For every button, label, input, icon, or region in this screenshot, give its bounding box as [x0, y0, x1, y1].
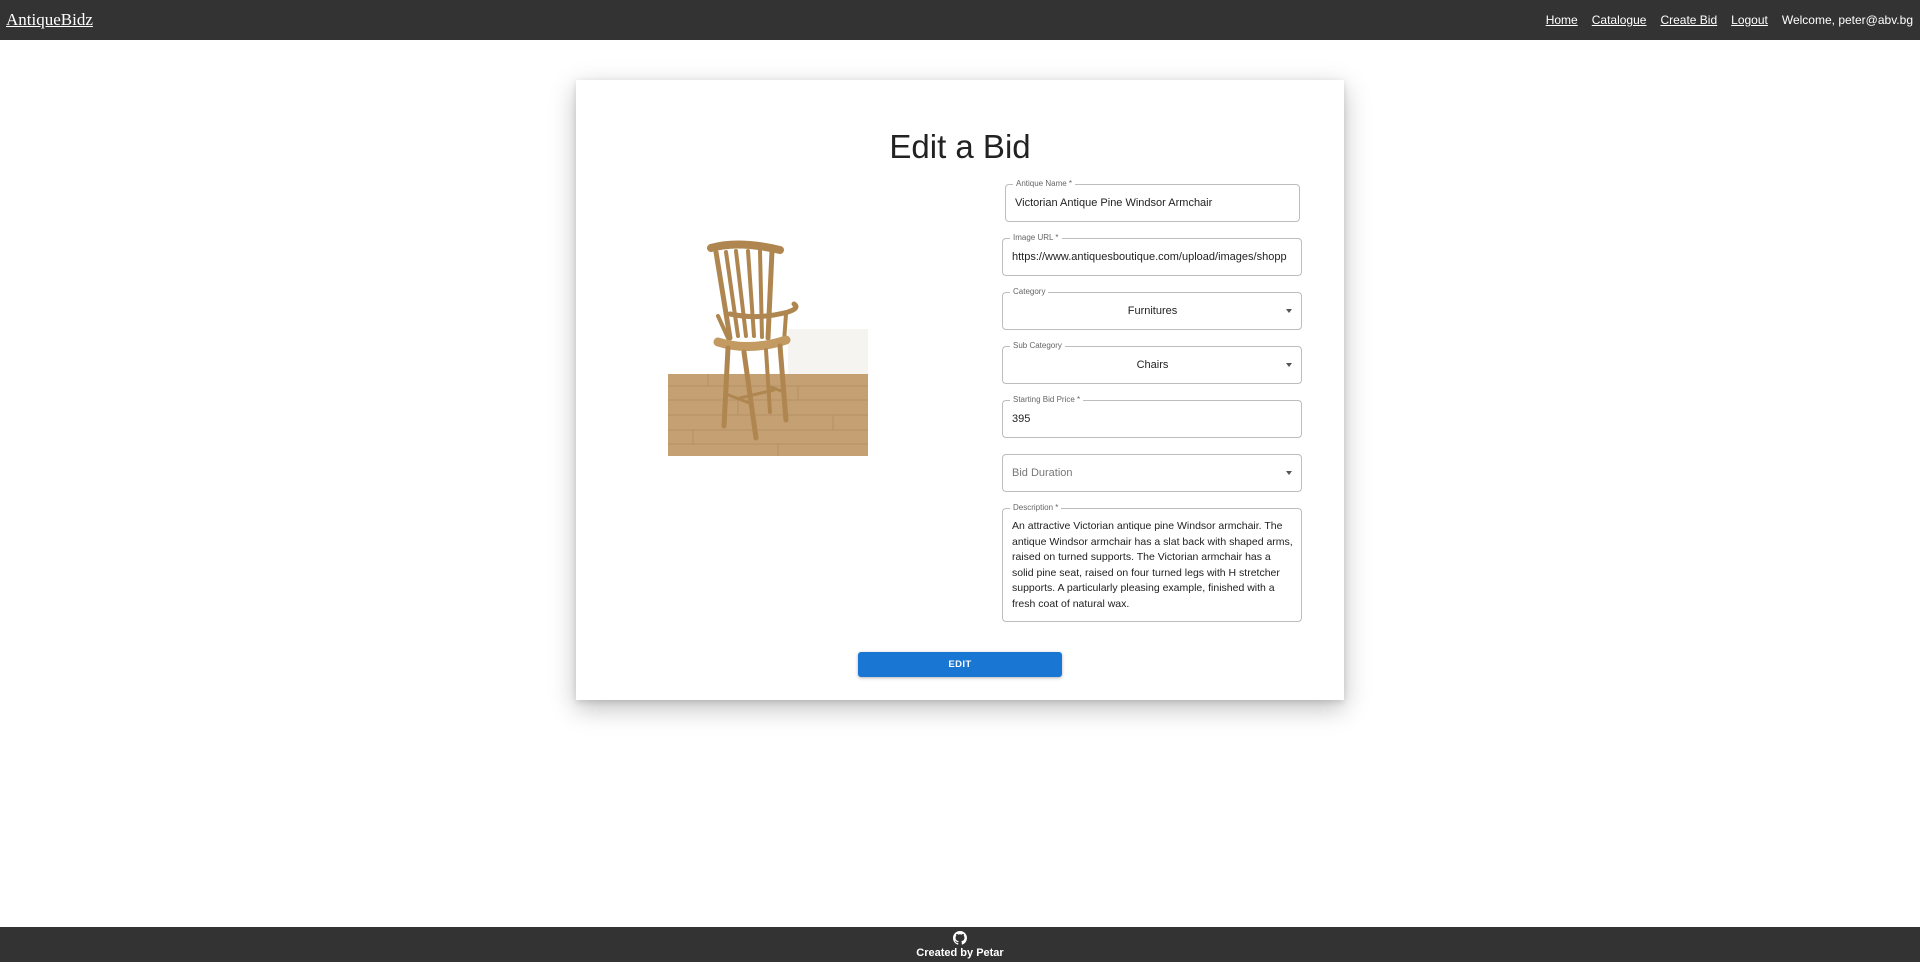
- edit-bid-card: Edit a Bid Antique Name * Victorian Anti…: [576, 80, 1344, 700]
- description-textarea[interactable]: An attractive Victorian antique pine Win…: [1012, 519, 1293, 612]
- sub-category-value: Chairs: [1136, 359, 1169, 371]
- top-navbar: AntiqueBidz Home Catalogue Create Bid Lo…: [0, 0, 1920, 40]
- starting-bid-price-field[interactable]: Starting Bid Price * 395: [1002, 394, 1302, 438]
- dropdown-arrow-icon[interactable]: [1286, 363, 1292, 367]
- github-icon[interactable]: [953, 930, 967, 945]
- page-title: Edit a Bid: [889, 128, 1031, 165]
- dropdown-arrow-icon[interactable]: [1286, 471, 1292, 475]
- footer: Created by Petar: [0, 927, 1920, 962]
- bid-duration-select[interactable]: Bid Duration: [1002, 454, 1302, 492]
- site-logo[interactable]: AntiqueBidz: [6, 10, 93, 30]
- footer-credit: Created by Petar: [916, 946, 1004, 959]
- bid-duration-placeholder: Bid Duration: [1012, 467, 1073, 479]
- sub-category-select[interactable]: Sub Category Chairs: [1002, 340, 1302, 384]
- antique-image-preview: [668, 234, 868, 529]
- antique-name-input[interactable]: Victorian Antique Pine Windsor Armchair: [1015, 185, 1291, 221]
- nav-links: Home Catalogue Create Bid Logout Welcome…: [1532, 13, 1913, 27]
- description-field[interactable]: Description * An attractive Victorian an…: [1002, 502, 1302, 622]
- nav-logout-link[interactable]: Logout: [1731, 13, 1768, 27]
- chair-image: [668, 234, 868, 529]
- edit-button[interactable]: EDIT: [858, 652, 1062, 677]
- starting-bid-price-input[interactable]: 395: [1012, 401, 1293, 437]
- nav-catalogue-link[interactable]: Catalogue: [1592, 13, 1647, 27]
- welcome-text: Welcome, peter@abv.bg: [1781, 13, 1913, 27]
- image-url-input[interactable]: https://www.antiquesboutique.com/upload/…: [1012, 239, 1293, 275]
- category-select[interactable]: Category Furnitures: [1002, 286, 1302, 330]
- nav-home-link[interactable]: Home: [1546, 13, 1578, 27]
- description-label: Description *: [1010, 502, 1062, 514]
- image-url-field[interactable]: Image URL * https://www.antiquesboutique…: [1002, 232, 1302, 276]
- nav-create-bid-link[interactable]: Create Bid: [1660, 13, 1717, 27]
- dropdown-arrow-icon[interactable]: [1286, 309, 1292, 313]
- antique-name-field[interactable]: Antique Name * Victorian Antique Pine Wi…: [1005, 178, 1300, 222]
- category-value: Furnitures: [1127, 305, 1178, 317]
